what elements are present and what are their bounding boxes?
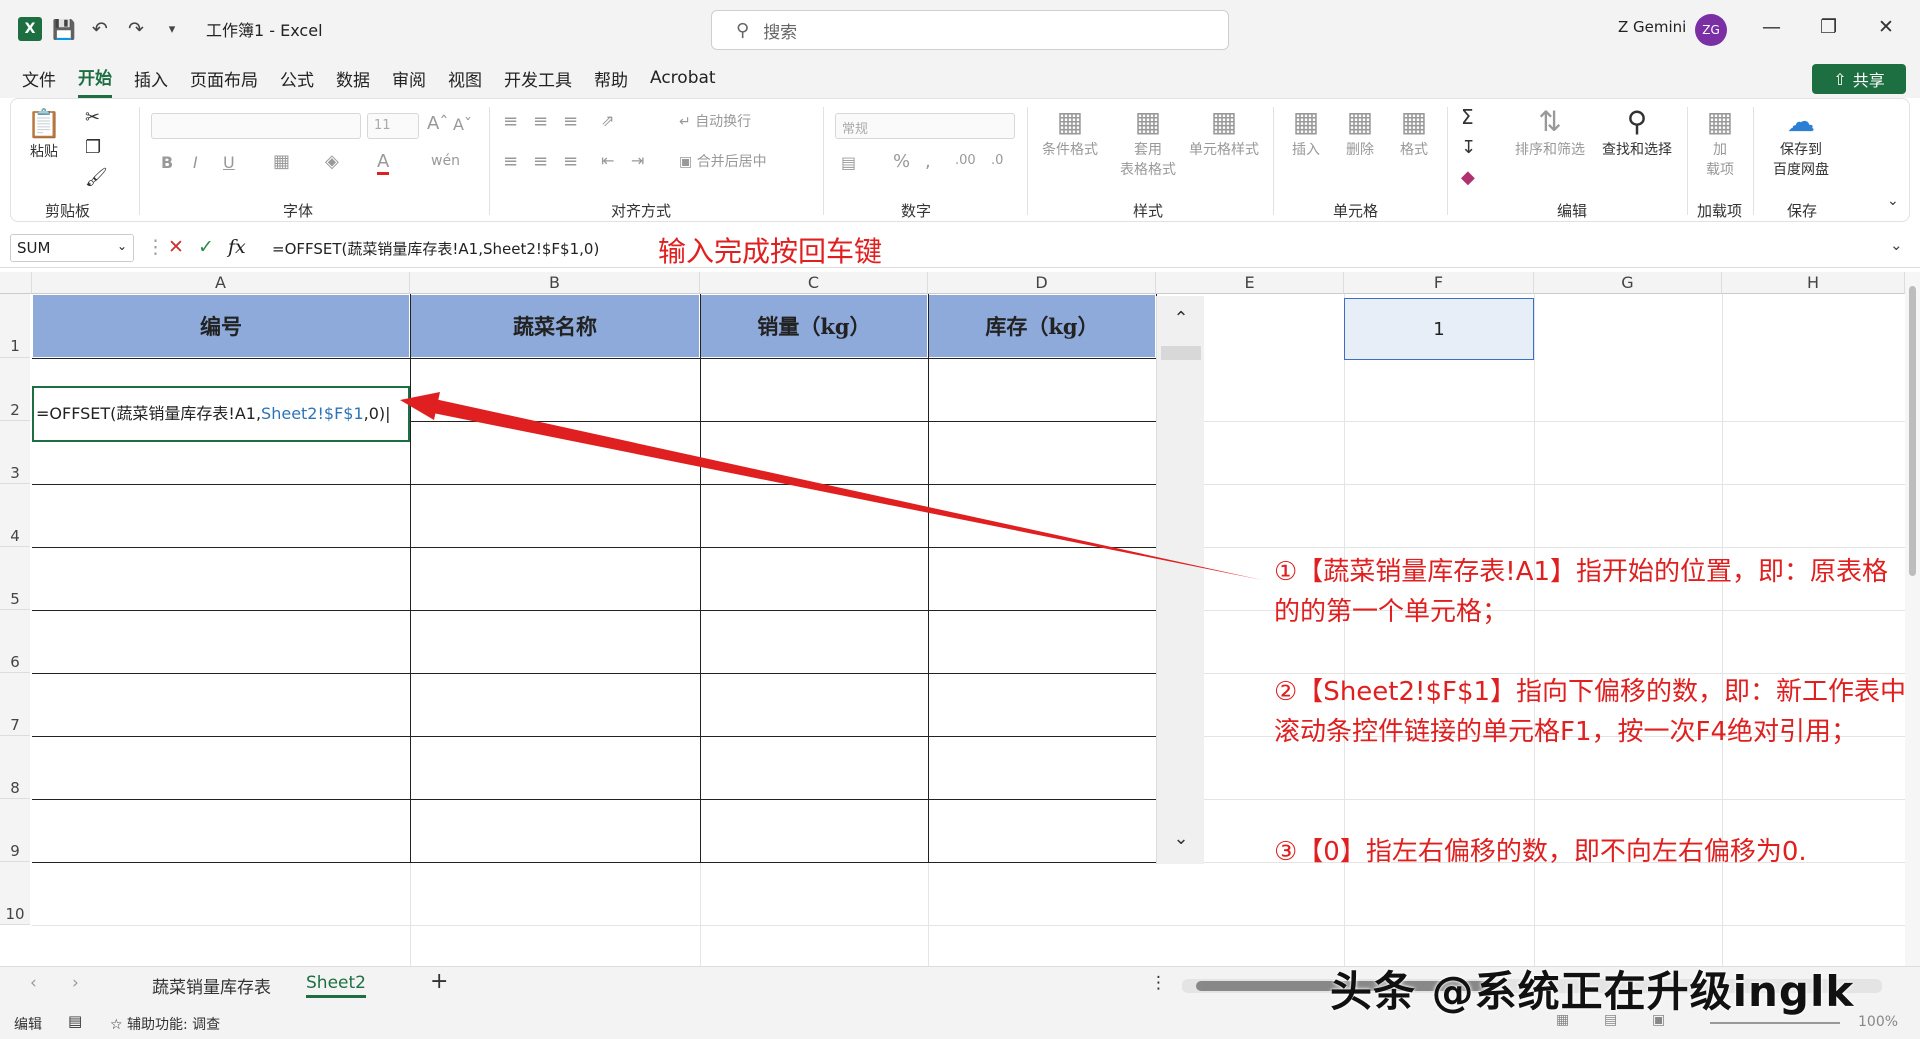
watermark: 头条 @系统正在升级inglk (1330, 958, 1854, 1019)
note-2: ②【Sheet2!$F$1】指向下偏移的数，即：新工作表中滚动条控件链接的单元格… (1274, 672, 1910, 752)
prev-sheet-icon[interactable]: ‹ (30, 973, 37, 993)
note-3: ③【0】指左右偏移的数，即不向左右偏移为0. (1274, 832, 1910, 872)
zoom-slider[interactable] (1710, 1022, 1840, 1024)
zoom-level[interactable]: 100% (1858, 1014, 1898, 1030)
add-sheet-icon[interactable]: + (430, 969, 448, 994)
note-1: ①【蔬菜销量库存表!A1】指开始的位置，即：原表格的的第一个单元格； (1274, 552, 1910, 632)
tab-sheet2[interactable]: Sheet2 (306, 973, 366, 998)
macro-record-icon[interactable]: ▤ (68, 1012, 82, 1030)
accessibility-icon: ☆ (110, 1017, 127, 1033)
accessibility-label: 辅助功能: 调查 (127, 1017, 220, 1033)
next-sheet-icon[interactable]: › (72, 973, 79, 993)
tab-vegetable-inventory[interactable]: 蔬菜销量库存表 (152, 973, 271, 998)
tab-options-icon[interactable]: ⋮ (1150, 973, 1167, 993)
vertical-scrollbar[interactable] (1905, 272, 1920, 966)
annotation-arrow (0, 0, 1920, 1039)
status-mode: 编辑 (14, 1014, 42, 1034)
accessibility-status[interactable]: ☆ 辅助功能: 调查 (110, 1014, 220, 1034)
vertical-scroll-thumb[interactable] (1909, 286, 1916, 576)
